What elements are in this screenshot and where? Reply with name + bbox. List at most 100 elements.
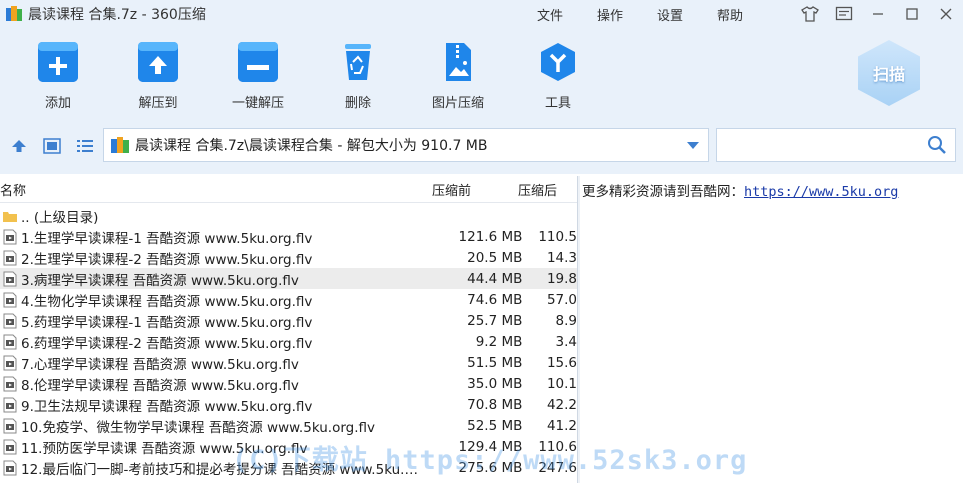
file-packed-size: 121.6 MB [458, 228, 523, 245]
path-text: 晨读课程 合集.7z\晨读课程合集 - 解包大小为 910.7 MB [135, 138, 488, 154]
toolbar: 添加 解压到 一键解压 删除 图片压缩 工具 扫描 [0, 28, 963, 120]
video-file-icon [3, 376, 17, 392]
one-click-extract-icon [238, 42, 278, 82]
header-packed[interactable]: 压缩前 [432, 180, 518, 199]
comment-pane: 更多精彩资源请到吾酷网：https://www.5ku.org [580, 176, 963, 483]
file-name: 1.生理学早读课程-1 吾酷资源 www.5ku.org.flv [21, 230, 313, 247]
video-file-icon [3, 418, 17, 434]
video-file-icon [3, 313, 17, 329]
file-row[interactable]: 3.病理学早读课程 吾酷资源 www.5ku.org.flv 44.4 MB 19.… [0, 268, 577, 289]
app-logo-icon [6, 6, 22, 22]
video-file-icon [3, 355, 17, 371]
file-name: 5.药理学早读课程-1 吾酷资源 www.5ku.org.flv [21, 314, 313, 331]
address-bar: 晨读课程 合集.7z\晨读课程合集 - 解包大小为 910.7 MB [0, 120, 963, 174]
file-list: 名称 压缩前 压缩后 .. (上级目录) 1.生理学早读课程-1 吾酷资源 ww… [0, 176, 577, 483]
minimize-icon[interactable] [861, 0, 895, 28]
file-row[interactable]: 10.免疫学、微生物学早读课程 吾酷资源 www.5ku.org.flv 52.5… [0, 415, 577, 436]
delete-button[interactable]: 删除 [313, 42, 403, 111]
file-row[interactable]: 8.伦理学早读课程 吾酷资源 www.5ku.org.flv 35.0 MB 10.… [0, 373, 577, 394]
file-size: 57.0 [546, 291, 577, 308]
nav-icons [8, 136, 107, 156]
scan-button[interactable]: 扫描 [858, 40, 920, 106]
file-name: 3.病理学早读课程 吾酷资源 www.5ku.org.flv [21, 272, 299, 289]
video-file-icon [3, 439, 17, 455]
file-name: 2.生理学早读课程-2 吾酷资源 www.5ku.org.flv [21, 251, 313, 268]
video-file-icon [3, 229, 17, 245]
add-icon [38, 42, 78, 82]
chevron-down-icon[interactable] [678, 128, 708, 162]
file-size: 41.2 [546, 417, 577, 434]
window-controls [793, 0, 963, 28]
skin-shirt-icon[interactable] [793, 0, 827, 28]
list-header: 名称 压缩前 压缩后 [0, 176, 577, 203]
window-title: 晨读课程 合集.7z - 360压缩 [28, 7, 206, 23]
file-packed-size: 70.8 MB [467, 396, 523, 413]
search-icon[interactable] [927, 135, 947, 155]
file-row[interactable]: 7.心理学早读课程 吾酷资源 www.5ku.org.flv 51.5 MB 15.… [0, 352, 577, 373]
file-size: 14.3 [546, 249, 577, 266]
search-input[interactable] [716, 128, 956, 162]
video-file-icon [3, 292, 17, 308]
watermark: (C)下载站 https://www.52sk3.org [232, 445, 748, 476]
header-size[interactable]: 压缩后 [518, 180, 577, 199]
file-packed-size: 35.0 MB [467, 375, 523, 392]
folder-icon [3, 208, 17, 224]
video-file-icon [3, 271, 17, 287]
tools-button[interactable]: 工具 [513, 42, 603, 111]
extract-up-arrow-icon [138, 42, 178, 82]
file-name: 4.生物化学早读课程 吾酷资源 www.5ku.org.flv [21, 293, 313, 310]
file-size: 110.5 [538, 228, 577, 245]
file-packed-size: 9.2 MB [475, 333, 523, 350]
file-packed-size: 44.4 MB [467, 270, 523, 287]
file-packed-size: 25.7 MB [467, 312, 523, 329]
file-row[interactable]: 9.卫生法规早读课程 吾酷资源 www.5ku.org.flv 70.8 MB 42… [0, 394, 577, 415]
recycle-bin-icon [338, 42, 378, 82]
file-size: 15.6 [546, 354, 577, 371]
add-button[interactable]: 添加 [13, 42, 103, 111]
video-file-icon [3, 250, 17, 266]
menu-file[interactable]: 文件 [520, 5, 580, 24]
close-icon[interactable] [929, 0, 963, 28]
file-row[interactable]: 1.生理学早读课程-1 吾酷资源 www.5ku.org.flv 121.6 MB… [0, 226, 577, 247]
thumbnail-view-icon[interactable] [41, 136, 63, 156]
comment-text: 更多精彩资源请到吾酷网： [582, 184, 744, 200]
video-file-icon [3, 460, 17, 476]
file-packed-size: 20.5 MB [467, 249, 523, 266]
path-field[interactable]: 晨读课程 合集.7z\晨读课程合集 - 解包大小为 910.7 MB [103, 128, 709, 162]
file-name: 8.伦理学早读课程 吾酷资源 www.5ku.org.flv [21, 377, 299, 394]
file-packed-size: 52.5 MB [467, 417, 523, 434]
archive-icon [111, 137, 129, 153]
file-name: 7.心理学早读课程 吾酷资源 www.5ku.org.flv [21, 356, 299, 373]
maximize-icon[interactable] [895, 0, 929, 28]
extract-to-button[interactable]: 解压到 [113, 42, 203, 111]
file-packed-size: 74.6 MB [467, 291, 523, 308]
file-size: 19.8 [546, 270, 577, 287]
comment-link[interactable]: https://www.5ku.org [744, 184, 898, 200]
file-name: 10.免疫学、微生物学早读课程 吾酷资源 www.5ku.org.flv [21, 419, 375, 436]
feedback-icon[interactable] [827, 0, 861, 28]
up-level-icon[interactable] [8, 136, 30, 156]
menu-help[interactable]: 帮助 [700, 5, 760, 24]
image-compress-button[interactable]: 图片压缩 [413, 42, 503, 111]
file-name: 6.药理学早读课程-2 吾酷资源 www.5ku.org.flv [21, 335, 313, 352]
file-row[interactable]: 4.生物化学早读课程 吾酷资源 www.5ku.org.flv 74.6 MB 57… [0, 289, 577, 310]
file-row[interactable]: 6.药理学早读课程-2 吾酷资源 www.5ku.org.flv 9.2 MB 3.… [0, 331, 577, 352]
file-row[interactable]: 2.生理学早读课程-2 吾酷资源 www.5ku.org.flv 20.5 MB 1… [0, 247, 577, 268]
scan-label: 扫描 [858, 40, 920, 106]
video-file-icon [3, 397, 17, 413]
parent-directory-row[interactable]: .. (上级目录) [0, 205, 577, 226]
file-name: 9.卫生法规早读课程 吾酷资源 www.5ku.org.flv [21, 398, 313, 415]
video-file-icon [3, 334, 17, 350]
file-size: 10.1 [546, 375, 577, 392]
tools-hexagon-icon [538, 42, 578, 82]
menu-operate[interactable]: 操作 [580, 5, 640, 24]
menu-bar: 文件 操作 设置 帮助 [520, 0, 760, 28]
header-name[interactable]: 名称 [0, 180, 432, 199]
list-view-icon[interactable] [74, 136, 96, 156]
one-click-extract-button[interactable]: 一键解压 [213, 42, 303, 111]
image-compress-icon [438, 42, 478, 82]
file-packed-size: 51.5 MB [467, 354, 523, 371]
menu-settings[interactable]: 设置 [640, 5, 700, 24]
file-row[interactable]: 5.药理学早读课程-1 吾酷资源 www.5ku.org.flv 25.7 MB 8… [0, 310, 577, 331]
file-size: 8.9 [555, 312, 577, 329]
